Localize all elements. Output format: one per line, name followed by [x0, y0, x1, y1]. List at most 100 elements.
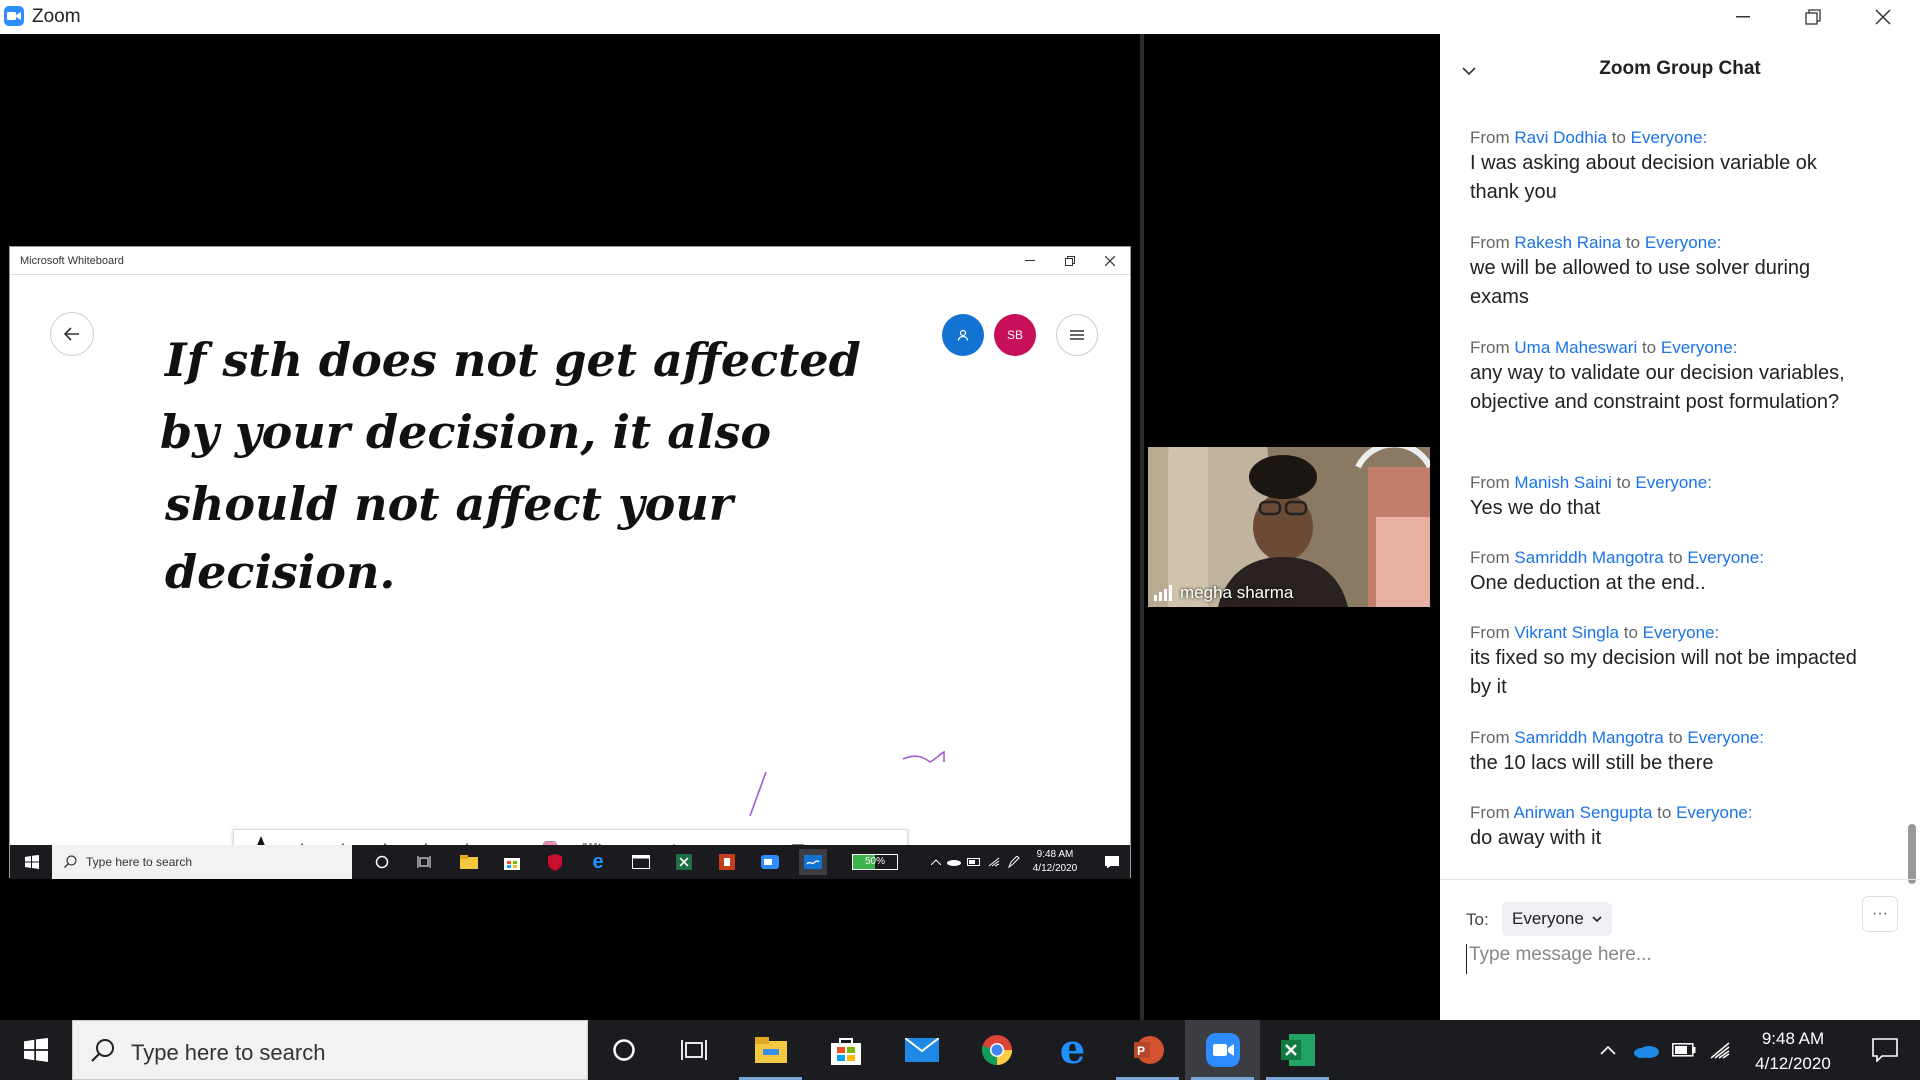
sender-name[interactable]: Manish Saini [1514, 473, 1611, 492]
zoom-titlebar: Zoom [0, 0, 1920, 34]
onedrive-icon[interactable] [1628, 1020, 1664, 1080]
signal-strength-icon [1154, 585, 1172, 601]
sender-name[interactable]: Anirwan Sengupta [1513, 803, 1652, 822]
chat-message: From Samriddh Mangotra to Everyone: One … [1470, 547, 1870, 598]
recipient-name[interactable]: Everyone: [1643, 623, 1720, 642]
shared-search-box[interactable]: Type here to search [52, 845, 352, 879]
handwriting-line-1: If sth does not get affected [163, 333, 861, 387]
search-placeholder: Type here to search [131, 1040, 326, 1065]
recipient-name[interactable]: Everyone: [1676, 803, 1753, 822]
message-text: Yes we do that [1470, 497, 1601, 519]
clock-date: 4/12/2020 [1755, 1054, 1831, 1073]
recipient-dropdown[interactable]: Everyone [1502, 902, 1612, 936]
shared-task-view-icon[interactable] [410, 849, 438, 875]
shared-store-icon[interactable] [498, 849, 526, 875]
message-text: do away with it [1470, 827, 1602, 849]
recipient-name[interactable]: Everyone: [1635, 473, 1712, 492]
message-header: From Anirwan Sengupta to Everyone: [1470, 803, 1753, 822]
whiteboard-window[interactable]: Microsoft Whiteboard SB If sth does not … [9, 246, 1131, 879]
shared-notification-icon[interactable] [1098, 849, 1126, 875]
shared-search-placeholder: Type here to search [86, 855, 193, 869]
recipient-name[interactable]: Everyone: [1645, 233, 1722, 252]
message-text: any way to validate our decision variabl… [1470, 362, 1845, 413]
wb-restore-button[interactable] [1050, 247, 1090, 275]
tray-chevron-up-icon[interactable] [1590, 1020, 1626, 1080]
battery-indicator: 50% [852, 854, 898, 870]
shared-excel-icon[interactable] [670, 849, 698, 875]
recipient-name[interactable]: Everyone: [1661, 338, 1738, 357]
shared-date: 4/12/2020 [1032, 863, 1078, 874]
wb-minimize-button[interactable] [1010, 247, 1050, 275]
chat-message: From Manish Saini to Everyone: Yes we do… [1470, 472, 1870, 523]
chat-compose-area: To: Everyone ··· Type message here... [1440, 879, 1920, 1020]
shared-start-icon[interactable] [18, 849, 46, 875]
message-header: From Ravi Dodhia to Everyone: [1470, 128, 1708, 147]
participant-video-tile[interactable]: megha sharma [1148, 447, 1430, 607]
wb-close-button[interactable] [1090, 247, 1130, 275]
action-center-icon[interactable] [1850, 1020, 1920, 1080]
recipient-dropdown-value: Everyone [1512, 909, 1584, 928]
recipient-name[interactable]: Everyone: [1687, 728, 1764, 747]
message-text: One deduction at the end.. [1470, 572, 1706, 594]
powerpoint-icon[interactable]: P [1110, 1020, 1185, 1080]
sender-name[interactable]: Samriddh Mangotra [1514, 548, 1663, 567]
sender-name[interactable]: Samriddh Mangotra [1514, 728, 1663, 747]
whiteboard-canvas[interactable]: SB If sth does not get affected by your … [10, 276, 1130, 875]
message-header: From Samriddh Mangotra to Everyone: [1470, 548, 1764, 567]
ink-layer: If sth does not get affected by your dec… [160, 333, 945, 817]
start-button[interactable] [0, 1020, 72, 1080]
shared-time: 9:48 AM [1036, 849, 1074, 860]
search-icon [91, 1039, 114, 1062]
sender-name[interactable]: Uma Maheswari [1514, 338, 1637, 357]
search-box[interactable]: Type here to search [72, 1020, 588, 1080]
shared-powerpoint-icon[interactable] [713, 849, 741, 875]
shared-explorer-icon[interactable] [455, 849, 483, 875]
shared-cortana-icon[interactable] [368, 849, 396, 875]
sender-name[interactable]: Ravi Dodhia [1514, 128, 1607, 147]
shared-clock: 9:48 AM 4/12/2020 [1020, 848, 1090, 876]
task-view-icon[interactable] [656, 1020, 731, 1080]
shared-edge-icon[interactable]: e [584, 849, 612, 875]
chrome-icon[interactable] [959, 1020, 1034, 1080]
sender-name[interactable]: Rakesh Raina [1514, 233, 1621, 252]
sender-name[interactable]: Vikrant Singla [1514, 623, 1619, 642]
to-label: To: [1466, 910, 1489, 929]
handwriting-line-4: decision. [165, 545, 395, 599]
chat-panel: Zoom Group Chat From Ravi Dodhia to Ever… [1440, 34, 1920, 1020]
chat-scrollbar[interactable] [1908, 824, 1916, 884]
participant-name: megha sharma [1180, 583, 1294, 602]
shared-taskbar: Type here to search e 50% 9:48 AM 4/12/2… [10, 845, 1130, 879]
chat-message: From Vikrant Singla to Everyone: its fix… [1470, 622, 1870, 702]
shared-zoom-icon[interactable] [756, 849, 784, 875]
message-text: we will be allowed to use solver during … [1470, 257, 1811, 308]
chat-message: From Ravi Dodhia to Everyone: I was aski… [1470, 127, 1870, 207]
minimize-button[interactable] [1708, 0, 1778, 34]
store-icon[interactable] [808, 1020, 883, 1080]
close-button[interactable] [1848, 0, 1918, 34]
system-clock[interactable]: 9:48 AM 4/12/2020 [1737, 1026, 1849, 1076]
restore-button[interactable] [1778, 0, 1848, 34]
file-explorer-icon[interactable] [733, 1020, 808, 1080]
mail-icon[interactable] [884, 1020, 959, 1080]
more-options-button[interactable]: ··· [1862, 896, 1898, 932]
handwriting-line-3: should not affect your [164, 477, 737, 531]
cortana-icon[interactable] [586, 1020, 661, 1080]
chat-message: From Uma Maheswari to Everyone: any way … [1470, 337, 1870, 417]
message-text: I was asking about decision variable ok … [1470, 152, 1817, 203]
message-header: From Manish Saini to Everyone: [1470, 473, 1712, 492]
wifi-icon[interactable] [1702, 1020, 1738, 1080]
shared-whiteboard-app-icon[interactable] [799, 849, 827, 875]
recipient-name[interactable]: Everyone: [1687, 548, 1764, 567]
recipient-name[interactable]: Everyone: [1631, 128, 1708, 147]
excel-icon[interactable] [1260, 1020, 1335, 1080]
zoom-taskbar-icon[interactable] [1185, 1020, 1260, 1080]
shared-window-icon[interactable] [627, 849, 655, 875]
shared-mcafee-icon[interactable] [541, 849, 569, 875]
message-input[interactable]: Type message here... [1466, 944, 1886, 974]
battery-icon[interactable] [1666, 1020, 1702, 1080]
edge-icon[interactable]: e [1035, 1020, 1110, 1080]
message-text: the 10 lacs will still be there [1470, 752, 1714, 774]
message-header: From Vikrant Singla to Everyone: [1470, 623, 1720, 642]
whiteboard-titlebar: Microsoft Whiteboard [10, 247, 1130, 275]
chat-message-list[interactable]: From Ravi Dodhia to Everyone: I was aski… [1440, 94, 1900, 884]
